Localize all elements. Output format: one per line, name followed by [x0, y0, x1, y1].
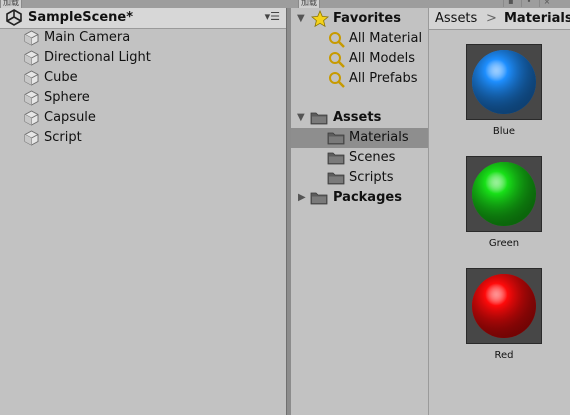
hierarchy-item[interactable]: Directional Light: [0, 48, 286, 68]
hierarchy-item-label: Capsule: [44, 110, 96, 125]
window-top-strip: 加载 加载 ▪ • ×: [0, 0, 570, 8]
hierarchy-item[interactable]: Capsule: [0, 108, 286, 128]
tree-item-label: Materials: [349, 130, 409, 145]
tree-packages[interactable]: ▶ Packages: [291, 188, 428, 208]
tree-item-label: Scenes: [349, 150, 396, 165]
tree-item-scenes[interactable]: Scenes: [291, 148, 428, 168]
hierarchy-panel: SampleScene* ▾☰ Main Camera Directional L…: [0, 8, 286, 415]
material-name: Green: [488, 238, 520, 249]
hierarchy-item-label: Cube: [44, 70, 78, 85]
lock-icon[interactable]: ▪: [503, 0, 518, 7]
search-icon: [329, 52, 345, 68]
hierarchy-item-label: Main Camera: [44, 30, 131, 45]
tree-item-all-prefabs[interactable]: All Prefabs: [291, 69, 428, 89]
tree-item-label: Scripts: [349, 170, 394, 185]
search-icon: [329, 72, 345, 88]
hierarchy-item[interactable]: Main Camera: [0, 28, 286, 48]
hierarchy-tab-fragment[interactable]: 加载: [0, 0, 22, 8]
options-icon[interactable]: •: [521, 0, 536, 7]
folder-icon: [310, 192, 328, 205]
gameobject-cube-icon: [24, 30, 39, 46]
gameobject-cube-icon: [24, 70, 39, 86]
menu-lines-icon[interactable]: ▾☰: [265, 10, 280, 23]
tree-item-label: All Material: [349, 31, 423, 46]
assets-label: Assets: [333, 110, 382, 125]
tree-favorites[interactable]: ▼ Favorites: [291, 9, 428, 29]
material-sphere-icon: [472, 274, 536, 338]
project-folder-tree: ▼ Favorites All Material All Models All …: [291, 8, 429, 415]
material-name: Red: [494, 350, 514, 361]
packages-label: Packages: [333, 190, 402, 205]
scene-header[interactable]: SampleScene* ▾☰: [0, 8, 286, 29]
hierarchy-item-label: Script: [44, 130, 82, 145]
search-icon: [329, 32, 345, 48]
tree-item-scripts[interactable]: Scripts: [291, 168, 428, 188]
material-asset[interactable]: Green: [466, 156, 542, 252]
tree-item-all-materials[interactable]: All Material: [291, 29, 428, 49]
gameobject-cube-icon: [24, 130, 39, 146]
hierarchy-item-label: Directional Light: [44, 50, 151, 65]
tree-item-label: All Prefabs: [349, 71, 418, 86]
material-asset[interactable]: Red: [466, 268, 542, 364]
gameobject-cube-icon: [24, 50, 39, 66]
project-tab-fragment[interactable]: 加载: [298, 0, 320, 8]
material-name: Blue: [492, 126, 516, 137]
tree-item-label: All Models: [349, 51, 416, 66]
unity-logo-icon: [6, 9, 22, 26]
tree-item-all-models[interactable]: All Models: [291, 49, 428, 69]
breadcrumb: Assets > Materials: [429, 8, 570, 30]
tree-item-materials[interactable]: Materials: [291, 128, 428, 148]
material-preview[interactable]: [466, 156, 542, 232]
material-preview[interactable]: [466, 44, 542, 120]
star-icon: [311, 10, 329, 28]
tree-assets[interactable]: ▼ Assets: [291, 108, 428, 128]
scene-title: SampleScene*: [28, 10, 134, 25]
gameobject-cube-icon: [24, 90, 39, 106]
folder-icon: [310, 112, 328, 125]
breadcrumb-materials[interactable]: Materials: [504, 8, 570, 29]
gameobject-cube-icon: [24, 110, 39, 126]
breadcrumb-assets[interactable]: Assets: [435, 8, 477, 29]
material-sphere-icon: [472, 162, 536, 226]
hierarchy-item[interactable]: Cube: [0, 68, 286, 88]
material-sphere-icon: [472, 50, 536, 114]
maximize-icon[interactable]: ×: [539, 0, 554, 7]
project-content-panel: Assets > Materials Blue Green Red: [429, 8, 570, 415]
folder-icon: [327, 132, 345, 145]
hierarchy-item-label: Sphere: [44, 90, 90, 105]
material-preview[interactable]: [466, 268, 542, 344]
expand-down-icon[interactable]: ▼: [297, 108, 305, 128]
folder-icon: [327, 152, 345, 165]
material-asset[interactable]: Blue: [466, 44, 542, 140]
breadcrumb-separator: >: [486, 11, 497, 26]
favorites-label: Favorites: [333, 11, 401, 26]
hierarchy-item[interactable]: Sphere: [0, 88, 286, 108]
expand-right-icon[interactable]: ▶: [298, 188, 306, 208]
hierarchy-item[interactable]: Script: [0, 128, 286, 148]
expand-down-icon[interactable]: ▼: [297, 9, 305, 29]
folder-icon: [327, 172, 345, 185]
